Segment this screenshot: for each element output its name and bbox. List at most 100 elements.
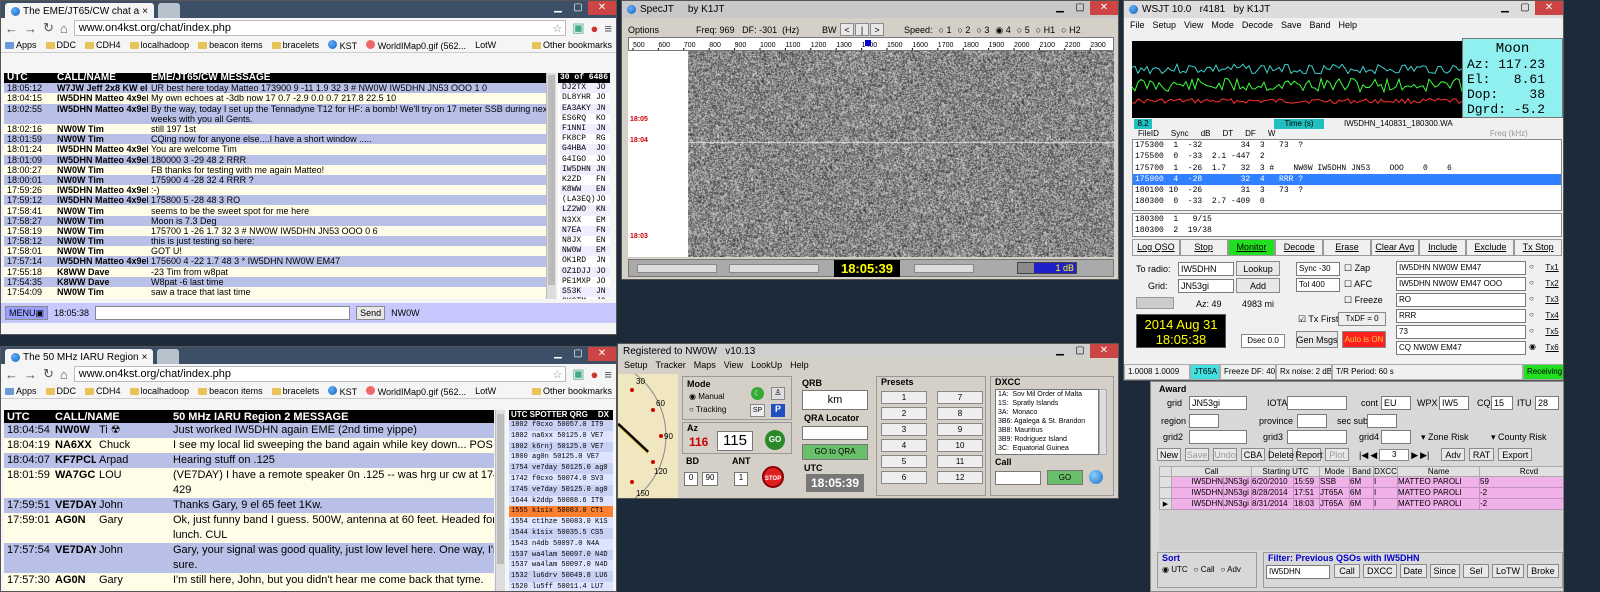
spot-item[interactable]: 1555 k1six 50083.0 CT1 [509,506,613,518]
undo-button[interactable]: Undo [1213,448,1237,461]
minimize-button[interactable]: ▁ [548,347,568,361]
msg-callsign[interactable]: NW0W Tim [54,205,148,216]
cont-field[interactable]: EU [1381,396,1411,410]
itu-field[interactable]: 28 [1535,396,1559,410]
qso-col-header[interactable]: Band [1349,466,1375,477]
user-call[interactable]: PE1MXP [562,277,596,287]
tol-field[interactable]: Tol 400 [1296,278,1340,292]
speed-radio-3[interactable]: ○ 3 [976,25,989,36]
save-button[interactable]: Save [1185,448,1209,461]
bookmark-beacon[interactable]: beacon items [198,40,263,50]
spot-item[interactable]: 1754 ve7day 50125.0 ag0 [509,463,613,474]
decode-line[interactable]: 180100 10 -26 31 3 73 ? [1133,185,1561,196]
send-button[interactable]: Send [356,306,386,320]
msg-callsign[interactable]: NA6XX [52,438,96,453]
preset-button[interactable]: 3 [881,423,927,436]
user-list-item[interactable]: K8WW EN [560,185,610,196]
preset-button[interactable]: 8 [937,407,983,420]
user-list-item[interactable]: SK0TMJO [560,297,610,299]
home-icon[interactable]: ⌂ [60,367,68,382]
msg-callsign[interactable]: IW5DHN Matteo 4x9el Six [54,103,148,114]
spot-item[interactable]: 1544 k1six 50035.5 CS5 [509,527,613,539]
right-arrow-button[interactable]: > [870,23,884,36]
close-window-button[interactable]: ✕ [588,347,616,361]
new-tab-button[interactable] [158,3,180,18]
tx-message-field[interactable]: IW5DHN NW0W EM47 [1396,261,1526,275]
tx2-button[interactable]: Tx2 [1542,277,1562,291]
star-icon[interactable]: ☆ [552,22,565,35]
filter-call-button[interactable]: Call [1334,564,1360,578]
menu-mode[interactable]: Mode [1211,20,1234,30]
menu-decode[interactable]: Decode [1242,20,1273,30]
slider-1[interactable] [637,264,717,273]
bookmark-lotw[interactable]: LotW [475,40,496,50]
tracking-radio[interactable]: ○ Tracking [689,405,726,414]
user-list-item[interactable]: ES6RQ KO [560,113,610,124]
rotor-menu-tracker[interactable]: Tracker [656,360,686,370]
maximize-button[interactable]: ▢ [568,347,588,361]
parking-icon[interactable]: P [771,404,785,417]
extension-icon[interactable]: ▣ [572,20,584,36]
gen-msgs-button[interactable]: Gen Msgs [1296,331,1338,348]
msg-callsign[interactable]: NW0W Tim [54,123,148,135]
province-field[interactable] [1297,414,1327,428]
user-call[interactable]: DJ2TX [562,83,596,93]
decode-line[interactable]: 175300 1 -32 34 3 73 ? [1133,140,1561,151]
msg-callsign[interactable]: K8WW Dave [54,266,148,277]
call-go-button[interactable]: GO [1047,470,1083,485]
user-list-item[interactable]: N3XX EM [560,215,610,226]
monitor-button[interactable]: Monitor [1227,239,1276,256]
user-call[interactable]: NW0W [562,246,596,256]
iota-field[interactable] [1287,396,1347,410]
spot-item[interactable]: 1532 lu6drv 50049.8 LU6 [509,571,613,582]
tx4-button[interactable]: Tx4 [1542,309,1562,323]
menu-help[interactable]: Help [1339,20,1358,30]
user-call[interactable]: N8JX [562,236,596,246]
spot-item[interactable]: 1802 k6rnj 50125.0 VE7 [509,441,613,453]
other-bookmarks[interactable]: Other bookmarks [531,386,612,396]
speed-radio-4[interactable]: ◉ 4 [995,25,1010,36]
msg-callsign[interactable]: NW0W [52,423,96,438]
back-icon[interactable]: ← [5,367,18,382]
browser-tab-2[interactable]: The 50 MHz IARU Region × [5,349,154,364]
adv-button[interactable]: Adv [1441,448,1465,461]
slider-3[interactable] [914,264,974,273]
bookmark-kst[interactable]: KST [328,39,357,51]
qso-col-header[interactable]: Rcvd [1479,466,1563,477]
bookmark-worldmap[interactable]: WorldIMap0.gif (562... [366,39,466,51]
msg-callsign[interactable]: WA7GCS [52,468,96,483]
filter-date-button[interactable]: Date [1399,564,1427,578]
msg-callsign[interactable]: IW5DHN Matteo 4x9el Six [54,154,148,165]
other-bookmarks[interactable]: Other bookmarks [531,40,612,50]
msg-callsign[interactable]: NW0W Tim [54,174,148,186]
row-selector[interactable]: ▶ [1159,498,1172,510]
user-call[interactable]: IW5DHN [562,165,596,175]
user-list-item[interactable]: K2ZD FN [560,174,610,186]
user-list-item[interactable]: G4IGO JO [560,154,610,165]
spot-item[interactable]: 1745 ve7day 50125.0 ag0 [509,484,613,496]
qso-row[interactable]: ▶ IW5DHN JN53gi 8/31/2014 18:03 JT65A 6M I MATTE… [1159,498,1563,510]
rotor-menu-setup[interactable]: Setup [624,360,648,370]
secsub-field[interactable] [1367,414,1397,428]
bookmark-localhadoop[interactable]: localhadoop [129,386,189,396]
user-call[interactable]: (LA3EQ) [562,195,596,205]
star-icon[interactable]: ☆ [552,368,565,381]
user-call[interactable]: N3XX [562,216,596,226]
preset-button[interactable]: 4 [881,439,927,452]
tx-stop-button[interactable]: Tx Stop [1514,239,1563,256]
browser-tab[interactable]: The EME/JT65/CW chat a × [5,3,154,18]
new-button[interactable]: New [1157,448,1181,461]
qso-col-header[interactable]: Name [1397,466,1481,477]
spot-item[interactable]: 1537 wa4lam 50097.0 N4D [509,560,613,572]
rotor-menu-view[interactable]: View [724,360,743,370]
az-input[interactable]: 115 [717,431,753,451]
tx-message-field[interactable]: RRR [1396,309,1526,323]
user-list-item[interactable]: DL8YHR JO [560,93,610,104]
ant-field[interactable]: 1 [734,472,748,486]
rotor-menu-help[interactable]: Help [790,360,809,370]
row-selector[interactable] [1159,476,1172,488]
preset-button[interactable]: 11 [937,455,983,468]
msg-callsign[interactable]: NW0W Tim [54,215,148,226]
close-window-button[interactable]: ✕ [1535,1,1563,15]
spot-item[interactable]: 1537 wa4lam 50097.0 N4D [509,549,613,561]
